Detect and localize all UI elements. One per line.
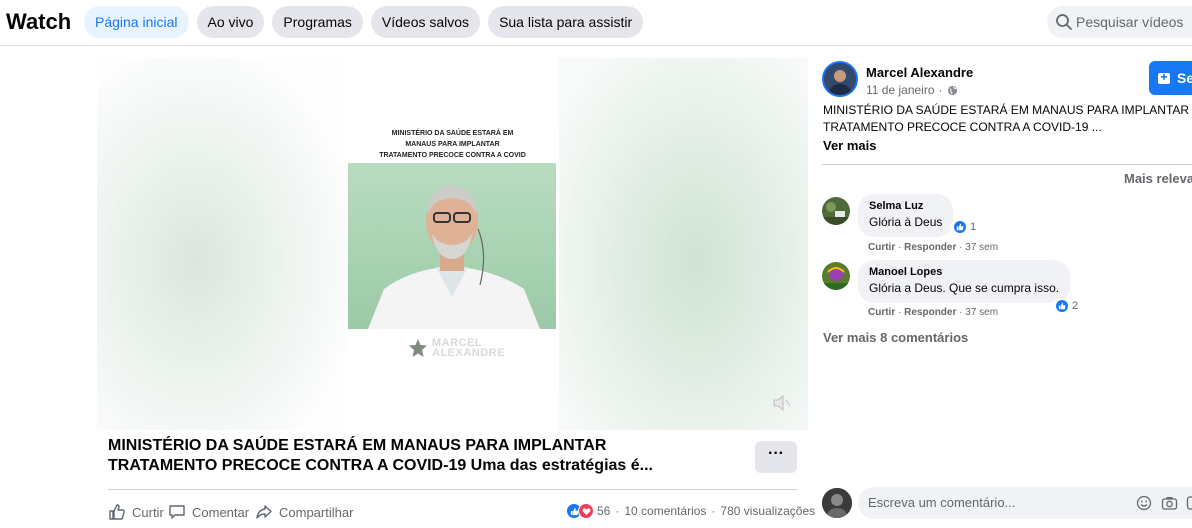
avatar (822, 488, 852, 518)
gif-icon[interactable] (1186, 495, 1192, 516)
author-avatar[interactable] (822, 61, 858, 97)
watermark-logo: MARCEL ALEXANDRE (408, 338, 505, 359)
comment-reactions[interactable]: 1 (950, 219, 980, 235)
page-icon (1158, 73, 1170, 84)
speaker-muted-icon (773, 394, 791, 412)
search-input[interactable]: Pesquisar vídeos (1047, 6, 1192, 38)
avatar[interactable] (822, 197, 850, 225)
see-more-link[interactable]: Ver mais (823, 138, 877, 153)
video-blur-right (559, 58, 808, 430)
doctor-photo (348, 163, 556, 329)
search-icon (1055, 13, 1073, 36)
tab-pagina-inicial[interactable]: Página inicial (84, 6, 189, 38)
comment-button[interactable]: Comentar (168, 503, 249, 521)
share-button[interactable]: Compartilhar (255, 503, 353, 521)
tab-videos-salvos[interactable]: Vídeos salvos (370, 6, 481, 38)
comment-reactions[interactable]: 2 (1052, 298, 1082, 314)
tab-ao-vivo[interactable]: Ao vivo (196, 6, 265, 38)
comment-author[interactable]: Selma Luz (869, 199, 942, 214)
tab-sua-lista[interactable]: Sua lista para assistir (488, 6, 644, 38)
comment-sort-dropdown[interactable]: Mais releva (1124, 171, 1192, 186)
tab-programas[interactable]: Programas (272, 6, 363, 38)
more-options-button[interactable]: ··· (755, 441, 797, 473)
comment-like-button[interactable]: Curtir (868, 242, 895, 253)
comment-reply-button[interactable]: Responder (904, 242, 956, 253)
comment-icon (169, 505, 185, 519)
comment-bubble: Manoel Lopes Glória a Deus. Que se cumpr… (858, 260, 1071, 303)
comment-reply-button[interactable]: Responder (904, 307, 956, 318)
video-title[interactable]: MINISTÉRIO DA SAÚDE ESTARÁ EM MANAUS PAR… (108, 436, 728, 476)
globe-icon (947, 85, 957, 95)
comment-text: Glória à Deus (869, 215, 943, 229)
video-blur-left (97, 58, 346, 430)
like-reaction-icon (1055, 299, 1069, 313)
view-count: 780 visualizações (720, 504, 816, 518)
comment-actions: Curtir · Responder · 37 sem (868, 307, 999, 318)
volume-button[interactable] (770, 392, 792, 419)
video-headline: MINISTÉRIO DA SAÚDE ESTARÁ EM MANAUS PAR… (379, 130, 526, 159)
comment-text: Glória a Deus. Que se cumpra isso. (869, 281, 1060, 295)
watch-tabs: Página inicial Ao vivo Programas Vídeos … (84, 6, 644, 38)
comment-author[interactable]: Manoel Lopes (869, 265, 1059, 280)
love-reaction-icon (578, 503, 594, 519)
view-more-comments-link[interactable]: Ver mais 8 comentários (823, 330, 968, 345)
watermark-line2: ALEXANDRE (432, 347, 505, 359)
divider (108, 489, 797, 490)
comment-time[interactable]: 37 sem (965, 242, 998, 253)
reaction-count[interactable]: 56 (597, 504, 610, 518)
emoji-icon[interactable] (1136, 495, 1152, 516)
video-frame: MINISTÉRIO DA SAÚDE ESTARÁ EM MANAUS PAR… (346, 58, 559, 430)
like-button[interactable]: Curtir (108, 503, 164, 521)
comment-actions: Curtir · Responder · 37 sem (868, 242, 999, 253)
comment-input[interactable]: Escreva um comentário... (858, 487, 1192, 519)
post-date: 11 de janeiro · (866, 83, 958, 97)
share-icon (256, 505, 272, 519)
comment-bubble: Selma Luz Glória à Deus (858, 194, 954, 237)
video-stats: 56 · 10 comentários · 780 visualizações (566, 503, 815, 519)
thumbs-up-icon (109, 504, 125, 520)
divider (822, 164, 1192, 165)
author-name[interactable]: Marcel Alexandre (866, 65, 973, 80)
comment-count[interactable]: 10 comentários (624, 504, 706, 518)
comment-placeholder: Escreva um comentário... (868, 495, 1016, 510)
top-navigation-bar: Watch Página inicial Ao vivo Programas V… (0, 0, 1192, 46)
video-player[interactable]: MINISTÉRIO DA SAÚDE ESTARÁ EM MANAUS PAR… (97, 58, 808, 430)
avatar[interactable] (822, 262, 850, 290)
comment-time[interactable]: 37 sem (965, 307, 998, 318)
search-placeholder: Pesquisar vídeos (1076, 14, 1184, 30)
post-text: MINISTÉRIO DA SAÚDE ESTARÁ EM MANAUS PAR… (823, 103, 1190, 134)
follow-button[interactable]: Se (1149, 61, 1192, 95)
star-logo-icon (409, 339, 427, 357)
camera-icon[interactable] (1161, 495, 1178, 516)
page-title: Watch (6, 9, 72, 34)
like-reaction-icon (953, 220, 967, 234)
comment-like-button[interactable]: Curtir (868, 307, 895, 318)
